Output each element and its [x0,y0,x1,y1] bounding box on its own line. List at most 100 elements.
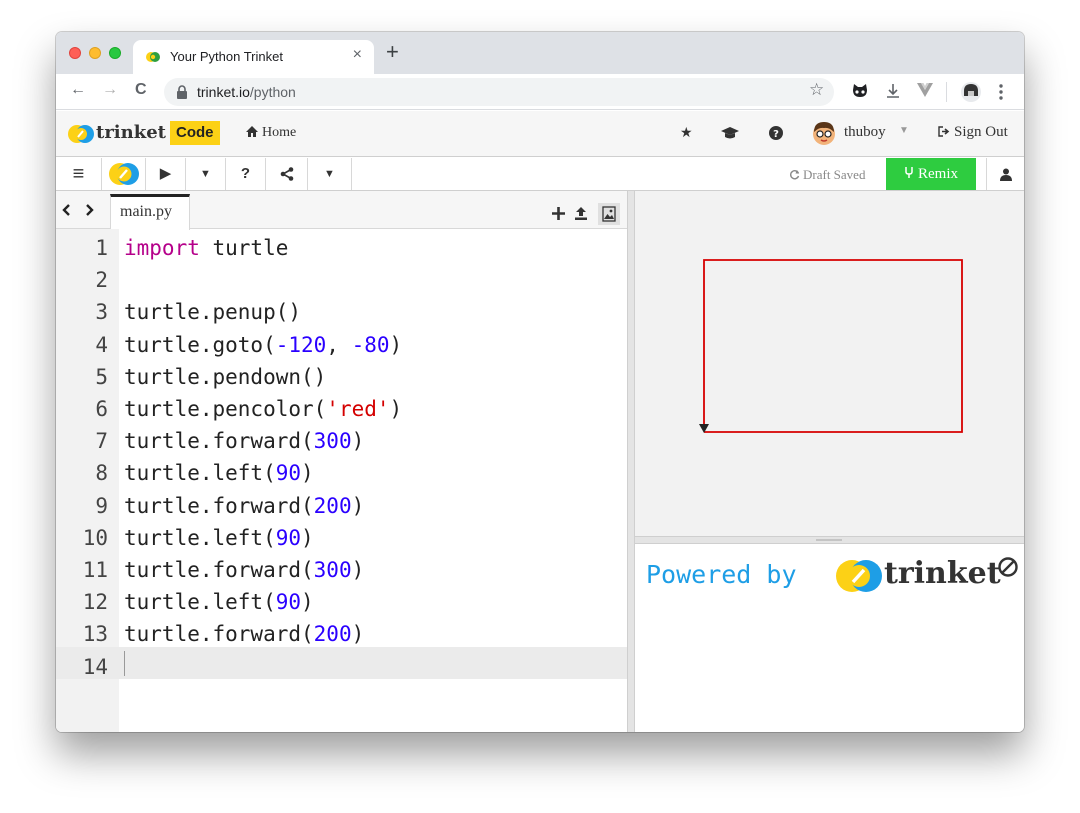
code-line[interactable]: turtle.goto(-120, -80) [124,329,402,361]
vertical-splitter[interactable] [627,191,635,732]
code-content[interactable]: import turtle turtle.penup() turtle.goto(… [124,232,402,683]
share-options-caret-icon[interactable]: ▼ [308,158,352,190]
forward-icon[interactable]: → [102,81,118,99]
github-octocat-icon[interactable] [851,82,869,100]
code-line[interactable]: turtle.left(90) [124,522,402,554]
line-number: 8 [95,461,108,486]
tab-close-icon[interactable]: × [353,46,362,64]
toolbar-divider [946,82,947,102]
sign-out-icon [938,126,950,137]
profile-avatar-icon[interactable] [960,81,982,103]
code-line[interactable]: turtle.forward(300) [124,425,402,457]
trinket-favicon-icon [146,52,160,62]
window-close-button[interactable] [69,47,81,59]
lock-icon [177,85,187,99]
turtle-path [703,259,963,433]
code-line[interactable]: turtle.pencolor('red') [124,393,402,425]
trinket-logo-icon [836,560,882,592]
code-line[interactable]: turtle.left(90) [124,586,402,618]
new-tab-button[interactable]: + [386,41,399,63]
username[interactable]: thuboy [844,124,886,141]
url-text: trinket.io/python [197,84,296,100]
profile-button[interactable] [986,158,1024,190]
code-line[interactable]: turtle.forward(200) [124,618,402,650]
image-library-icon[interactable] [598,203,621,225]
prohibited-mark-icon [998,557,1018,577]
code-line[interactable]: turtle.forward(300) [124,554,402,586]
window-maximize-button[interactable] [109,47,121,59]
brand-name[interactable]: trinket [96,122,166,143]
line-number: 10 [82,525,108,550]
splitter-grip [816,539,842,541]
svg-text:?: ? [773,129,779,140]
add-file-icon[interactable] [552,207,565,220]
output-console: Powered by trinket [635,544,1024,732]
help-button[interactable]: ? [226,158,266,190]
line-number: 3 [95,300,108,325]
line-numbers: 1 2 3 4 5 6 7 8 9 10 11 12 13 14 [56,232,108,683]
refresh-icon [790,170,800,180]
favorites-star-icon[interactable]: ★ [680,124,693,141]
graduation-cap-icon[interactable] [721,127,739,139]
fork-icon [905,167,913,178]
code-line[interactable]: import turtle [124,232,402,264]
window-minimize-button[interactable] [89,47,101,59]
line-number: 7 [95,429,108,454]
line-number: 1 [95,236,108,260]
help-circle-icon[interactable]: ? [769,126,783,140]
text-cursor [124,651,125,676]
code-line[interactable]: turtle.pendown() [124,361,402,393]
line-number: 12 [82,590,108,615]
line-number: 14 [82,654,108,679]
user-icon [1000,168,1012,181]
upload-icon[interactable] [574,206,588,220]
browser-menu-icon[interactable] [998,83,1004,101]
sign-out-link[interactable]: Sign Out [938,124,1008,141]
run-button[interactable]: ▶ [146,158,186,190]
powered-by-text: Powered by [646,560,797,589]
line-number: 9 [95,493,108,518]
browser-tab[interactable]: Your Python Trinket × [133,40,374,74]
turtle-drawing [699,259,963,433]
address-bar: ← → C trinket.io/python ☆ [56,74,1024,110]
share-button[interactable] [266,158,308,190]
vue-extension-icon[interactable] [916,82,934,98]
code-line[interactable] [124,264,402,296]
file-tab-bar: main.py [56,191,627,230]
user-avatar[interactable] [812,121,836,145]
back-icon[interactable]: ← [70,81,86,99]
code-line[interactable]: turtle.penup() [124,296,402,328]
reload-icon[interactable]: C [135,81,147,99]
horizontal-splitter[interactable] [635,536,1024,544]
url-input[interactable]: trinket.io/python [164,78,834,106]
line-number: 4 [95,332,108,357]
trinket-menu-button[interactable] [102,158,146,190]
home-icon [246,126,258,137]
file-actions [552,203,621,225]
trinket-logo-icon[interactable] [68,123,94,145]
draft-status: Draft Saved [789,167,865,183]
code-editor[interactable]: main.py 1 2 3 4 5 6 7 8 9 10 11 12 13 14 import turtl… [56,191,627,732]
code-line[interactable]: turtle.forward(200) [124,490,402,522]
code-toggle-icon[interactable] [62,203,96,217]
menu-button[interactable]: ≡ [56,158,102,190]
line-number: 6 [95,397,108,422]
code-line[interactable] [124,651,402,683]
line-number: 13 [82,622,108,647]
download-icon[interactable] [885,82,901,100]
tab-strip: Your Python Trinket × + [56,32,1024,74]
file-name: main.py [120,203,172,220]
home-link[interactable]: Home [246,125,296,141]
run-options-caret-icon[interactable]: ▼ [186,158,226,190]
trinket-toolbar: ≡ ▶ ▼ ? ▼ Draft Saved Remix [56,158,1024,191]
bookmark-star-icon[interactable]: ☆ [809,80,824,100]
line-number: 5 [95,364,108,389]
line-number: 11 [82,558,108,583]
code-line[interactable]: turtle.left(90) [124,457,402,489]
file-tab-main[interactable]: main.py [110,194,190,230]
code-badge: Code [170,121,220,145]
user-menu-caret-icon[interactable]: ▼ [899,125,909,136]
remix-button[interactable]: Remix [886,158,976,190]
share-icon [280,167,293,181]
turtle-canvas [635,191,1024,536]
